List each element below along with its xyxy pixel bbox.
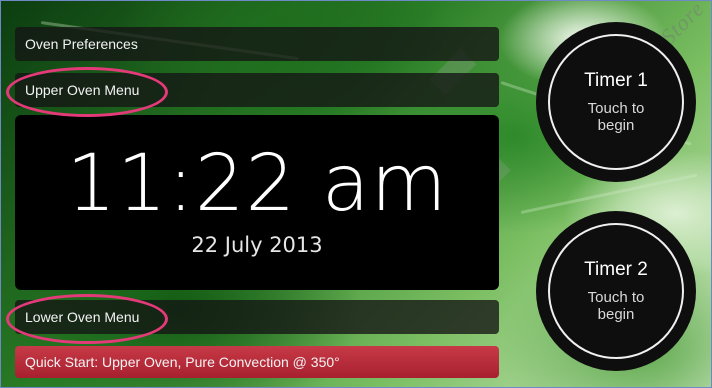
oven-control-screen: Thunder Store Oven Preferences Upper Ove…: [0, 0, 712, 388]
timer-2-button[interactable]: Timer 2 Touch to begin: [536, 211, 696, 371]
clock-date: 22 July 2013: [191, 233, 323, 257]
quick-start-label: Quick Start: Upper Oven, Pure Convection…: [25, 354, 340, 370]
oven-preferences-label: Oven Preferences: [25, 36, 138, 52]
timer-2-title: Timer 2: [584, 259, 648, 280]
lower-oven-menu-label: Lower Oven Menu: [25, 309, 140, 325]
timer-2-dial: Timer 2 Touch to begin: [548, 223, 684, 359]
oven-preferences-button[interactable]: Oven Preferences: [15, 27, 499, 61]
timer-1-title: Timer 1: [584, 70, 648, 91]
timer-1-button[interactable]: Timer 1 Touch to begin: [536, 22, 696, 182]
upper-oven-menu-label: Upper Oven Menu: [25, 82, 140, 98]
timer-1-dial: Timer 1 Touch to begin: [548, 34, 684, 170]
upper-oven-menu-button[interactable]: Upper Oven Menu: [15, 73, 499, 107]
timer-1-subtitle: Touch to begin: [587, 100, 645, 134]
clock-time: 11:22 am: [66, 139, 448, 229]
lower-oven-menu-button[interactable]: Lower Oven Menu: [15, 300, 499, 334]
quick-start-button[interactable]: Quick Start: Upper Oven, Pure Convection…: [15, 346, 499, 378]
clock-panel: 11:22 am 22 July 2013: [15, 115, 499, 290]
timer-2-subtitle: Touch to begin: [587, 289, 645, 323]
